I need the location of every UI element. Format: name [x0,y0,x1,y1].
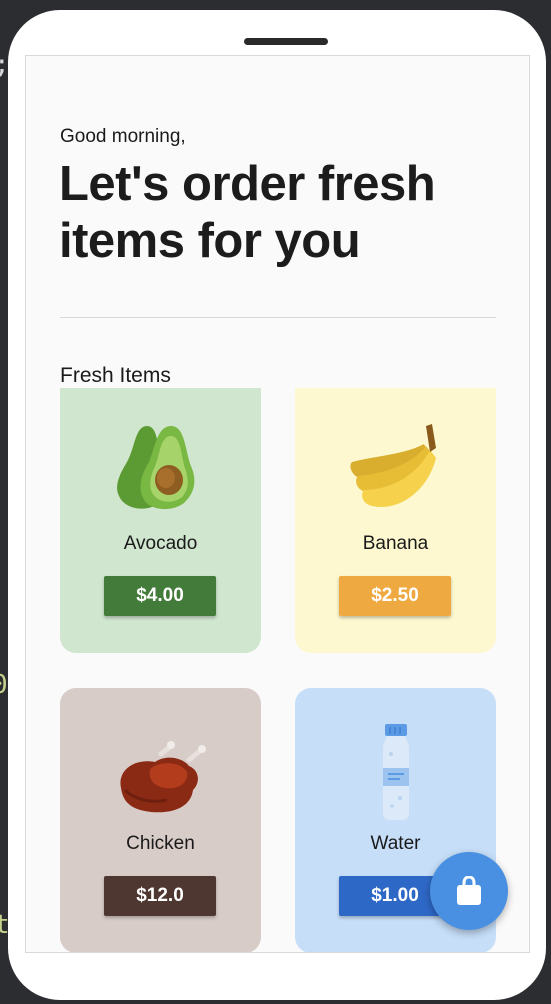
divider [60,317,496,318]
chicken-icon [119,741,206,813]
item-price-button[interactable]: $2.50 [339,576,451,616]
item-price-button[interactable]: $4.00 [104,576,216,616]
banana-icon [349,424,436,507]
app-screen: Good morning, Let's order fresh items fo… [25,55,530,953]
item-name: Chicken [126,833,195,854]
item-card-chicken[interactable]: Chicken $12.0 [60,688,261,952]
background-glyph: 0 [0,670,8,700]
item-price-button[interactable]: $12.0 [104,876,216,916]
item-name: Banana [362,533,429,554]
item-card-banana[interactable]: Banana $2.50 [295,388,496,653]
section-title: Fresh Items [60,364,171,387]
shopping-bag-icon [457,876,481,905]
water-bottle-icon [382,724,409,820]
item-name: Avocado [123,533,198,554]
phone-speaker [244,38,328,45]
item-card-avocado[interactable]: Avocado $4.00 [60,388,261,653]
page-headline: Let's order fresh items for you [59,157,436,268]
cart-button[interactable] [430,852,508,930]
greeting-text: Good morning, [60,126,186,147]
avocado-icon [116,426,194,510]
